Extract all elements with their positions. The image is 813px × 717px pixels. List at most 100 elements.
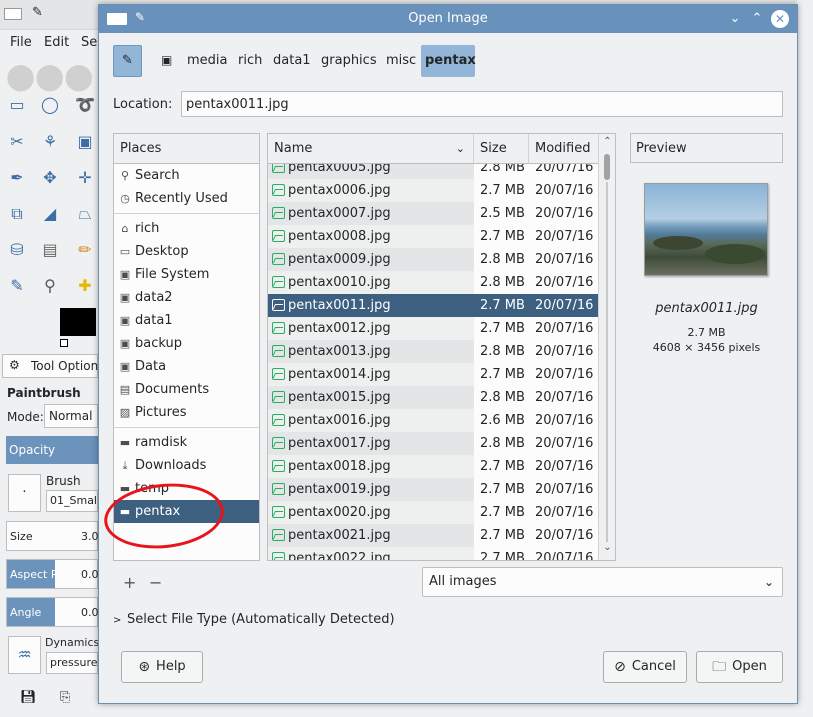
location-input[interactable]: [181, 91, 783, 117]
ink-icon[interactable]: ✎: [6, 275, 28, 297]
size-slider[interactable]: Size 3.0: [6, 521, 99, 551]
crumb-media[interactable]: media: [183, 45, 232, 77]
foreground-select-icon[interactable]: ▣: [74, 131, 96, 153]
brush-select[interactable]: 01_Small: [46, 490, 98, 512]
file-modified: 20/07/16: [535, 298, 594, 313]
place-pictures[interactable]: ▨ Pictures: [114, 401, 259, 424]
file-row[interactable]: pentax0017.jpg 2.8 MB 20/07/16: [268, 432, 598, 455]
mode-select[interactable]: Normal: [44, 404, 98, 428]
add-bookmark-button[interactable]: +: [123, 573, 136, 592]
rect-select-icon[interactable]: ▭: [6, 94, 28, 116]
crop-icon[interactable]: ⧉: [6, 203, 28, 225]
crumb-rich[interactable]: rich: [234, 45, 266, 77]
remove-bookmark-button[interactable]: −: [149, 573, 162, 592]
foreground-color-swatch[interactable]: [60, 308, 96, 336]
image-file-icon: [272, 184, 285, 196]
file-size: 2.8 MB: [480, 390, 525, 405]
scroll-up-icon[interactable]: ⌃: [599, 136, 615, 147]
drive-icon[interactable]: ▣: [161, 53, 172, 67]
file-row[interactable]: pentax0013.jpg 2.8 MB 20/07/16: [268, 340, 598, 363]
menu-edit[interactable]: Edit: [44, 35, 69, 50]
help-button[interactable]: ⊛ Help: [121, 651, 203, 683]
scroll-track[interactable]: [606, 182, 608, 542]
place-backup[interactable]: ▣ backup: [114, 332, 259, 355]
align-icon[interactable]: ✛: [74, 167, 96, 189]
fuzzy-select-icon[interactable]: ✂: [6, 131, 28, 153]
dynamics-icon[interactable]: ♒: [8, 636, 41, 674]
window-menu-icon[interactable]: [4, 8, 22, 20]
maximize-icon[interactable]: ⌃: [747, 9, 767, 29]
cancel-button[interactable]: ⊘ Cancel: [603, 651, 687, 683]
place-label: data1: [135, 313, 173, 328]
bucket-fill-icon[interactable]: ⛁: [6, 239, 28, 261]
edit-location-button[interactable]: ✎: [113, 45, 142, 77]
place-desktop[interactable]: ▭ Desktop: [114, 240, 259, 263]
place-file-system[interactable]: ▣ File System: [114, 263, 259, 286]
file-row[interactable]: pentax0008.jpg 2.7 MB 20/07/16: [268, 225, 598, 248]
file-row[interactable]: pentax0015.jpg 2.8 MB 20/07/16: [268, 386, 598, 409]
close-icon[interactable]: ✕: [771, 10, 789, 28]
file-filter-select[interactable]: All images ⌄: [422, 567, 783, 597]
file-row[interactable]: pentax0010.jpg 2.8 MB 20/07/16: [268, 271, 598, 294]
column-size[interactable]: Size: [474, 134, 529, 164]
file-row[interactable]: pentax0012.jpg 2.7 MB 20/07/16: [268, 317, 598, 340]
file-row[interactable]: pentax0018.jpg 2.7 MB 20/07/16: [268, 455, 598, 478]
column-name[interactable]: Name ⌄: [268, 134, 474, 164]
place-ramdisk[interactable]: ▬ ramdisk: [114, 431, 259, 454]
place-downloads[interactable]: ⤓ Downloads: [114, 454, 259, 477]
file-row[interactable]: pentax0020.jpg 2.7 MB 20/07/16: [268, 501, 598, 524]
crumb-pentax[interactable]: pentax: [421, 45, 476, 77]
gradient-icon[interactable]: ▤: [39, 239, 61, 261]
clone-icon[interactable]: ⚲: [39, 275, 61, 297]
file-row[interactable]: pentax0009.jpg 2.8 MB 20/07/16: [268, 248, 598, 271]
scroll-thumb[interactable]: [604, 154, 610, 180]
file-modified: 20/07/16: [535, 344, 594, 359]
file-row[interactable]: pentax0011.jpg 2.7 MB 20/07/16: [268, 294, 598, 317]
image-file-icon: [272, 506, 285, 518]
angle-slider[interactable]: Angle 0.0: [6, 597, 99, 627]
place-data2[interactable]: ▣ data2: [114, 286, 259, 309]
place-search[interactable]: ⚲ Search: [114, 164, 259, 187]
file-row[interactable]: pentax0005.jpg 2.8 MB 20/07/16: [268, 164, 598, 179]
place-rich[interactable]: ⌂ rich: [114, 217, 259, 240]
opacity-slider[interactable]: Opacity: [6, 436, 98, 464]
file-row[interactable]: pentax0014.jpg 2.7 MB 20/07/16: [268, 363, 598, 386]
brush-preview[interactable]: ·: [8, 474, 41, 512]
aspect-slider[interactable]: Aspect R 0.0: [6, 559, 99, 589]
file-row[interactable]: pentax0007.jpg 2.5 MB 20/07/16: [268, 202, 598, 225]
crumb-graphics[interactable]: graphics: [317, 45, 381, 77]
open-button[interactable]: 🗀︎ Open: [696, 651, 783, 683]
place-data1[interactable]: ▣ data1: [114, 309, 259, 332]
lasso-icon[interactable]: ➰: [74, 94, 96, 116]
place-documents[interactable]: ▤ Documents: [114, 378, 259, 401]
ellipse-select-icon[interactable]: ◯: [39, 94, 61, 116]
perspective-icon[interactable]: ⏢: [74, 203, 96, 225]
menu-file[interactable]: File: [10, 35, 32, 50]
column-modified[interactable]: Modified: [529, 134, 598, 164]
file-row[interactable]: pentax0006.jpg 2.7 MB 20/07/16: [268, 179, 598, 202]
pencil-icon[interactable]: ✏: [74, 239, 96, 261]
file-list-scrollbar[interactable]: ⌃ ⌄: [598, 134, 615, 560]
save-options-icon[interactable]: 💾︎: [20, 690, 37, 705]
file-row[interactable]: pentax0021.jpg 2.7 MB 20/07/16: [268, 524, 598, 547]
scissors-icon[interactable]: ⚘: [39, 131, 61, 153]
move-icon[interactable]: ✥: [39, 167, 61, 189]
tool-options-tab[interactable]: ⚙ Tool Options: [2, 354, 104, 378]
file-row[interactable]: pentax0022.jpg 2.7 MB 20/07/16: [268, 547, 598, 560]
restore-options-icon[interactable]: ⎘: [60, 690, 70, 705]
minimize-icon[interactable]: ⌄: [725, 9, 745, 29]
file-row[interactable]: pentax0019.jpg 2.7 MB 20/07/16: [268, 478, 598, 501]
file-type-expander[interactable]: > Select File Type (Automatically Detecte…: [113, 612, 395, 627]
place-data[interactable]: ▣ Data: [114, 355, 259, 378]
crumb-misc[interactable]: misc: [382, 45, 420, 77]
default-colors-icon[interactable]: [60, 339, 68, 347]
file-row[interactable]: pentax0016.jpg 2.6 MB 20/07/16: [268, 409, 598, 432]
crumb-data1[interactable]: data1: [269, 45, 315, 77]
dynamics-select[interactable]: pressure: [46, 652, 98, 674]
heal-icon[interactable]: ✚: [74, 275, 96, 297]
rotate-icon[interactable]: ◢: [39, 203, 61, 225]
paths-icon[interactable]: ✒: [6, 167, 28, 189]
place-recently-used[interactable]: ◷ Recently Used: [114, 187, 259, 210]
scroll-down-icon[interactable]: ⌄: [599, 542, 615, 553]
pin-icon[interactable]: ✎: [32, 5, 43, 20]
